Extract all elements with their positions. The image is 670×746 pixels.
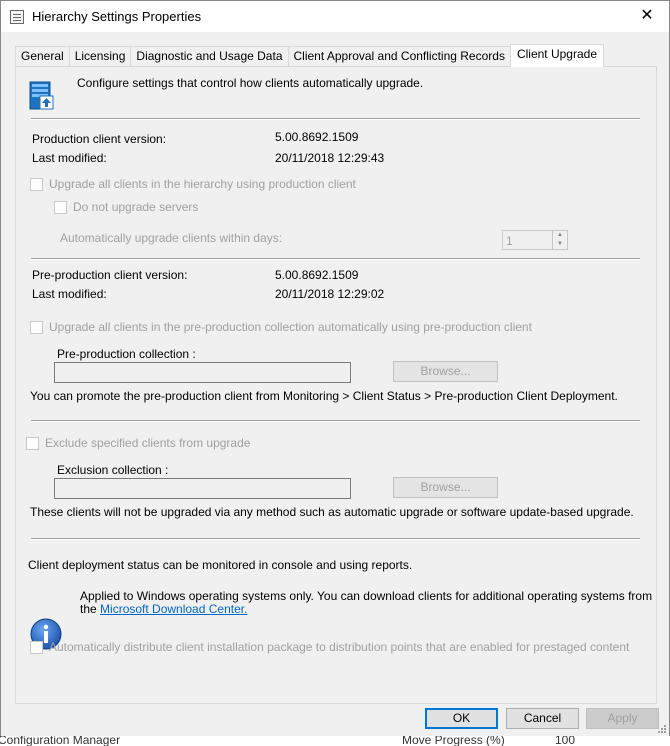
client-upgrade-icon (29, 81, 54, 110)
background-mid-text: Move Progress (%) (402, 736, 505, 746)
no-upgrade-servers-checkbox[interactable] (54, 201, 67, 214)
microsoft-download-center-link[interactable]: Microsoft Download Center. (100, 602, 247, 616)
background-left-text: Configuration Manager (0, 736, 121, 746)
exclusion-collection-label: Exclusion collection : (57, 463, 169, 477)
spinner-arrows[interactable]: ▲ ▼ (552, 231, 567, 249)
properties-icon (10, 10, 24, 24)
distribute-package-label: Automatically distribute client installa… (49, 640, 630, 654)
promote-note: You can promote the pre-production clien… (30, 389, 618, 403)
panel-description: Configure settings that control how clie… (77, 76, 424, 90)
production-version-label: Production client version: (32, 132, 167, 146)
upgrade-within-days-label: Automatically upgrade clients within day… (60, 231, 283, 245)
preproduction-version-label: Pre-production client version: (32, 268, 188, 282)
tab-diagnostic-usage-data[interactable]: Diagnostic and Usage Data (130, 46, 289, 67)
apply-button[interactable]: Apply (586, 708, 659, 729)
upgrade-days-value: 1 (506, 234, 513, 248)
production-modified-value: 20/11/2018 12:29:43 (275, 151, 385, 165)
preproduction-modified-label: Last modified: (32, 287, 107, 301)
no-upgrade-servers-label: Do not upgrade servers (73, 200, 199, 214)
title-bar[interactable]: Hierarchy Settings Properties ✕ (1, 1, 669, 32)
upgrade-all-label: Upgrade all clients in the hierarchy usi… (49, 177, 356, 191)
spin-up-icon[interactable]: ▲ (553, 231, 567, 240)
preproduction-modified-value: 20/11/2018 12:29:02 (275, 287, 385, 301)
hierarchy-settings-dialog: Hierarchy Settings Properties ✕ General … (0, 0, 670, 737)
window-title: Hierarchy Settings Properties (32, 9, 202, 24)
background-right-text: 100 (555, 736, 576, 746)
tab-general[interactable]: General (15, 46, 70, 67)
tab-client-upgrade[interactable]: Client Upgrade (509, 44, 604, 67)
tab-licensing[interactable]: Licensing (68, 46, 132, 67)
exclusion-browse-button[interactable]: Browse... (393, 477, 498, 498)
distribute-package-checkbox[interactable] (30, 641, 43, 654)
exclusion-collection-field[interactable] (54, 478, 351, 499)
preproduction-collection-label: Pre-production collection : (57, 347, 196, 361)
tab-client-approval[interactable]: Client Approval and Conflicting Records (287, 46, 511, 67)
production-modified-label: Last modified: (32, 151, 107, 165)
dialog-body: General Licensing Diagnostic and Usage D… (1, 32, 669, 737)
deployment-status-note: Client deployment status can be monitore… (28, 558, 413, 572)
exclude-clients-checkbox[interactable] (26, 437, 39, 450)
upgrade-preproduction-label: Upgrade all clients in the pre-productio… (49, 320, 532, 334)
info-text-line1: Applied to Windows operating systems onl… (80, 589, 653, 603)
info-text-line2: the Microsoft Download Center. (80, 602, 247, 616)
tab-strip: General Licensing Diagnostic and Usage D… (15, 44, 604, 67)
ok-button[interactable]: OK (425, 708, 498, 729)
upgrade-all-checkbox[interactable] (30, 178, 43, 191)
preproduction-collection-field[interactable] (54, 362, 351, 383)
resize-grip-icon[interactable] (657, 724, 667, 734)
spin-down-icon[interactable]: ▼ (553, 240, 567, 249)
close-button[interactable]: ✕ (625, 1, 669, 31)
preproduction-version-value: 5.00.8692.1509 (275, 268, 359, 282)
exclude-clients-label: Exclude specified clients from upgrade (45, 436, 251, 450)
separator (31, 118, 640, 120)
client-upgrade-panel: Configure settings that control how clie… (15, 66, 657, 704)
separator (31, 420, 640, 422)
exclusion-note: These clients will not be upgraded via a… (30, 505, 634, 519)
upgrade-preproduction-checkbox[interactable] (30, 321, 43, 334)
production-version-value: 5.00.8692.1509 (275, 130, 359, 144)
preproduction-browse-button[interactable]: Browse... (393, 361, 498, 382)
separator (31, 538, 640, 540)
upgrade-days-spinner[interactable]: 1 ▲ ▼ (502, 230, 568, 250)
info-text-prefix: the (80, 602, 97, 616)
separator (31, 258, 640, 260)
background-window-strip: Configuration Manager Move Progress (%) … (0, 736, 670, 746)
cancel-button[interactable]: Cancel (506, 708, 579, 729)
